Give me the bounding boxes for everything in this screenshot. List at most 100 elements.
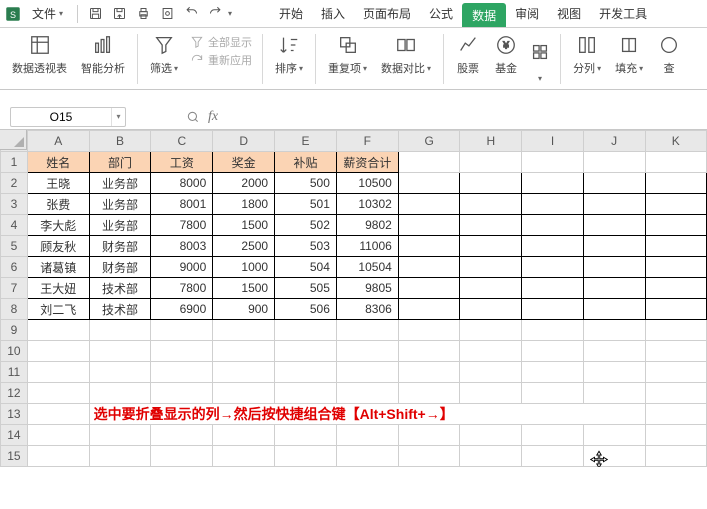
tab-data[interactable]: 数据 [462,3,506,27]
save-as-icon[interactable] [108,3,130,25]
cell[interactable]: 姓名 [27,152,89,173]
tab-formula[interactable]: 公式 [420,0,462,27]
cell[interactable]: 7800 [151,278,213,299]
col-header[interactable]: G [398,131,460,152]
lookup-button[interactable]: 查 [651,32,681,76]
cell[interactable]: 10500 [336,173,398,194]
row-header[interactable]: 14 [1,425,28,446]
row-header[interactable]: 12 [1,383,28,404]
cell[interactable]: 8003 [151,236,213,257]
cell[interactable]: 504 [275,257,337,278]
pivot-table-button[interactable]: 数据透视表 [6,32,73,76]
cell[interactable]: 1500 [213,215,275,236]
tab-devtools[interactable]: 开发工具 [590,0,656,27]
print-icon[interactable] [132,3,154,25]
cell[interactable]: 7800 [151,215,213,236]
col-header[interactable]: C [151,131,213,152]
cell[interactable]: 顾友秋 [27,236,89,257]
cell[interactable]: 补贴 [275,152,337,173]
row-header[interactable]: 11 [1,362,28,383]
cell[interactable]: 2500 [213,236,275,257]
spreadsheet[interactable]: A B C D E F G H I J K 1 姓名 部门 工资 奖金 补贴 薪… [0,130,707,467]
cell[interactable]: 1500 [213,278,275,299]
col-header[interactable]: K [645,131,707,152]
cell[interactable]: 薪资合计 [336,152,398,173]
col-header[interactable]: D [213,131,275,152]
cell[interactable]: 900 [213,299,275,320]
sort-button[interactable]: 排序▾ [269,32,309,76]
row-header[interactable]: 5 [1,236,28,257]
col-header[interactable]: A [27,131,89,152]
more-types-button[interactable]: ▾ [526,32,554,83]
save-icon[interactable] [84,3,106,25]
col-header[interactable]: B [89,131,151,152]
duplicates-button[interactable]: 重复项▾ [322,32,373,76]
file-menu-button[interactable]: 文件 ▾ [24,2,71,25]
col-header[interactable]: I [522,131,584,152]
cell[interactable]: 503 [275,236,337,257]
name-box-input[interactable] [11,110,111,124]
cell[interactable]: 9000 [151,257,213,278]
redo-icon[interactable] [204,3,226,25]
col-header[interactable]: E [275,131,337,152]
cell[interactable]: 8306 [336,299,398,320]
cell[interactable]: 刘二飞 [27,299,89,320]
row-header[interactable]: 3 [1,194,28,215]
row-header[interactable]: 7 [1,278,28,299]
cell[interactable]: 张费 [27,194,89,215]
undo-icon[interactable] [180,3,202,25]
fund-button[interactable]: ¥ 基金 [488,32,524,76]
cell[interactable]: 业务部 [89,215,151,236]
cell[interactable]: 王晓 [27,173,89,194]
row-header[interactable]: 2 [1,173,28,194]
cell[interactable]: 9805 [336,278,398,299]
row-header[interactable]: 4 [1,215,28,236]
cell[interactable]: 501 [275,194,337,215]
cell[interactable]: 8000 [151,173,213,194]
qat-more-icon[interactable]: ▾ [228,9,232,18]
cell[interactable]: 10504 [336,257,398,278]
cell[interactable]: 10302 [336,194,398,215]
cell[interactable]: 业务部 [89,194,151,215]
grid[interactable]: A B C D E F G H I J K 1 姓名 部门 工资 奖金 补贴 薪… [0,130,707,467]
cell[interactable]: 502 [275,215,337,236]
col-header[interactable]: J [583,131,645,152]
cell[interactable]: 1800 [213,194,275,215]
cell[interactable]: 2000 [213,173,275,194]
col-header[interactable]: F [336,131,398,152]
split-column-button[interactable]: 分列▾ [567,32,607,76]
cell[interactable]: 1000 [213,257,275,278]
row-header[interactable]: 8 [1,299,28,320]
cell[interactable]: 财务部 [89,236,151,257]
fill-button[interactable]: 填充▾ [609,32,649,76]
show-all-button[interactable]: 全部显示 [190,34,252,50]
row-header[interactable]: 13 [1,404,28,425]
stock-button[interactable]: 股票 [450,32,486,76]
tab-start[interactable]: 开始 [270,0,312,27]
cell[interactable]: 8001 [151,194,213,215]
print-preview-icon[interactable] [156,3,178,25]
cell[interactable]: 工资 [151,152,213,173]
select-all-corner[interactable] [0,130,27,150]
cell[interactable]: 505 [275,278,337,299]
cell[interactable]: 技术部 [89,278,151,299]
formula-bar[interactable]: fx [186,109,218,125]
reapply-button[interactable]: 重新应用 [190,52,252,68]
name-box[interactable]: ▾ [10,107,126,127]
cell[interactable]: 11006 [336,236,398,257]
row-header[interactable]: 9 [1,320,28,341]
cell[interactable]: 技术部 [89,299,151,320]
cell[interactable]: 部门 [89,152,151,173]
tab-review[interactable]: 审阅 [506,0,548,27]
row-header[interactable]: 15 [1,446,28,467]
data-compare-button[interactable]: 数据对比▾ [375,32,437,76]
cell[interactable]: 奖金 [213,152,275,173]
cell[interactable]: 李大彪 [27,215,89,236]
col-header[interactable]: H [460,131,522,152]
chevron-down-icon[interactable]: ▾ [111,108,125,126]
cell[interactable]: 诸葛镇 [27,257,89,278]
fx-icon[interactable]: fx [208,109,218,125]
cell[interactable]: 6900 [151,299,213,320]
filter-button[interactable]: 筛选▾ [144,32,184,76]
cell[interactable]: 王大妞 [27,278,89,299]
